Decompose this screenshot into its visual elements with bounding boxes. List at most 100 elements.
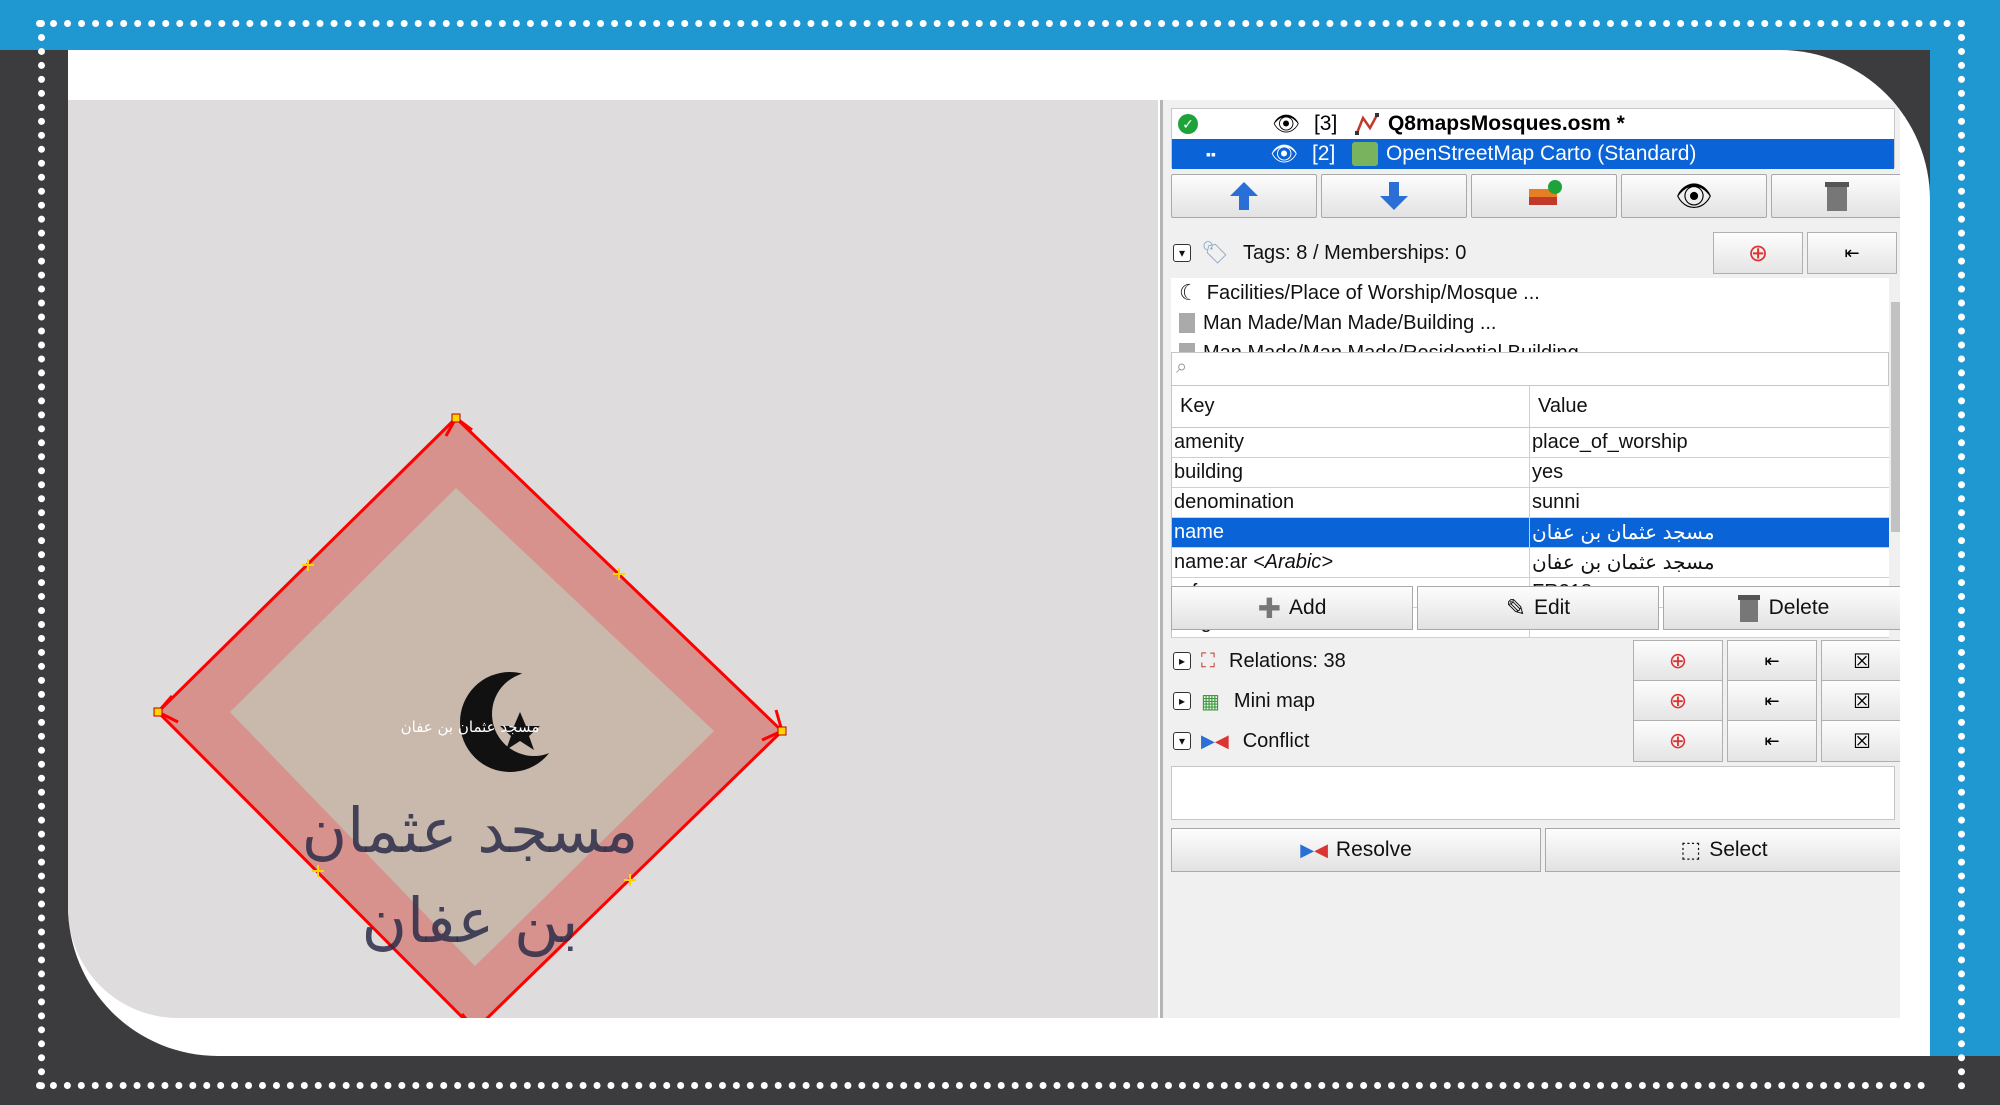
map-canvas[interactable]: مسجد عثمان بن عفان مسجد عثمان بن عفان [68, 100, 1158, 1018]
select-button[interactable]: ⬚ Select [1545, 828, 1900, 872]
tag-key[interactable]: denomination [1172, 488, 1530, 517]
select-cursor-icon: ⬚ [1680, 837, 1702, 862]
help-button[interactable]: ⊕ [1633, 680, 1723, 722]
expand-toggle-icon[interactable]: ▸ [1173, 692, 1191, 710]
tag-row[interactable]: building yes [1172, 458, 1889, 488]
dotted-border-bottom [36, 1082, 1926, 1089]
preset-label[interactable]: Facilities/Place of Worship/Mosque ... [1207, 282, 1540, 305]
edit-tag-button[interactable]: ✎ Edit [1417, 586, 1659, 630]
tag-key[interactable]: name:ar <Arabic> [1172, 548, 1530, 577]
tags-scrollbar[interactable] [1889, 278, 1900, 638]
key-column-header[interactable]: Key [1172, 386, 1530, 427]
way-node[interactable] [451, 413, 461, 423]
minimap-panel-title: Mini map [1233, 689, 1316, 712]
preset-label[interactable]: Man Made/Man Made/Building ... [1203, 312, 1497, 335]
close-panel-button[interactable]: ☒ [1821, 680, 1900, 722]
close-icon: ☒ [1853, 690, 1871, 713]
delete-tag-button[interactable]: Delete [1663, 586, 1900, 630]
lifebuoy-icon: ⊕ [1747, 239, 1769, 267]
relations-icon: ⛶ [1201, 649, 1215, 672]
dotted-border-left [38, 20, 45, 1090]
crescent-icon: ☾ [1179, 280, 1199, 305]
help-button[interactable]: ⊕ [1713, 232, 1803, 274]
layer-row-osm[interactable]: ✓ 👁 [3] Q8mapsMosques.osm * [1172, 109, 1894, 139]
map-label-small: مسجد عثمان بن عفان [401, 718, 540, 736]
active-layer-check-icon[interactable]: ✓ [1178, 114, 1198, 134]
value-column-header[interactable]: Value [1530, 386, 1889, 427]
delete-label: Delete [1768, 596, 1830, 619]
layer-name: Q8mapsMosques.osm * [1387, 112, 1625, 135]
add-tag-button[interactable]: ✚ Add [1171, 586, 1413, 630]
map-view[interactable]: مسجد عثمان بن عفان مسجد عثمان بن عفان [68, 100, 1158, 1018]
search-icon: ⌕ [1176, 356, 1188, 378]
tag-row[interactable]: amenity place_of_worship [1172, 428, 1889, 458]
move-layer-down-button[interactable] [1321, 174, 1467, 218]
relations-panel-title: Relations: 38 [1229, 649, 1346, 672]
undock-button[interactable]: ⇤ [1807, 232, 1897, 274]
layer-list[interactable]: ✓ 👁 [3] Q8mapsMosques.osm * ▪▪ 👁 [2] Ope… [1171, 108, 1895, 169]
tag-value[interactable]: مسجد عثمان بن عفان [1530, 548, 1889, 577]
lifebuoy-icon: ⊕ [1668, 648, 1688, 673]
tag-key[interactable]: amenity [1172, 428, 1530, 457]
merge-layers-icon [1529, 180, 1562, 205]
lifebuoy-icon: ⊕ [1668, 688, 1688, 713]
layer-row-imagery[interactable]: ▪▪ 👁 [2] OpenStreetMap Carto (Standard) [1172, 139, 1894, 169]
way-node[interactable] [777, 726, 787, 736]
edit-label: Edit [1533, 596, 1571, 619]
tag-table-header: Key Value [1172, 386, 1889, 428]
merge-layers-button[interactable] [1471, 174, 1617, 218]
help-button[interactable]: ⊕ [1633, 720, 1723, 762]
tag-search-field[interactable]: ⌕ [1171, 352, 1889, 386]
frame-bottom-band [0, 1056, 2000, 1105]
pin-icon: ⇤ [1764, 690, 1780, 711]
tag-row[interactable]: denomination sunni [1172, 488, 1889, 518]
pin-icon: ⇤ [1764, 650, 1780, 671]
tag-value[interactable]: sunni [1530, 488, 1889, 517]
delete-layer-button[interactable] [1771, 174, 1900, 218]
toggle-visibility-button[interactable]: 👁 [1621, 174, 1767, 218]
tag-value[interactable]: yes [1530, 458, 1889, 487]
eye-icon[interactable]: 👁 [1270, 141, 1298, 167]
plus-icon: ✚ [1257, 592, 1282, 624]
tag-row[interactable]: name:ar <Arabic> مسجد عثمان بن عفان [1172, 548, 1889, 578]
dotted-border-top [36, 20, 1966, 27]
undock-button[interactable]: ⇤ [1727, 720, 1817, 762]
building-icon [1179, 313, 1195, 333]
imagery-layer-icon [1351, 142, 1378, 166]
tag-key[interactable]: name [1172, 518, 1530, 547]
resolve-label: Resolve [1335, 838, 1412, 861]
undock-button[interactable]: ⇤ [1727, 680, 1817, 722]
way-node[interactable] [153, 707, 163, 717]
conflict-list[interactable] [1171, 766, 1895, 820]
tag-key-text: name:ar [1174, 551, 1248, 573]
tag-row-selected[interactable]: name مسجد عثمان بن عفان [1172, 518, 1889, 548]
map-label-line2: بن عفان [362, 884, 579, 957]
tag-key[interactable]: building [1172, 458, 1530, 487]
undock-button[interactable]: ⇤ [1727, 640, 1817, 682]
tag-value[interactable]: place_of_worship [1530, 428, 1889, 457]
close-icon: ☒ [1853, 650, 1871, 673]
scrollbar-thumb[interactable] [1891, 302, 1900, 532]
tag-value[interactable]: مسجد عثمان بن عفان [1530, 518, 1889, 547]
eye-icon[interactable]: 👁 [1272, 111, 1300, 137]
trash-icon [1825, 182, 1849, 211]
dotted-border-right [1958, 20, 1965, 1090]
expand-toggle-icon[interactable]: ▸ [1173, 652, 1191, 670]
conflict-panel-title: Conflict [1242, 729, 1310, 752]
lifebuoy-icon: ⊕ [1668, 728, 1688, 753]
resolve-icon: ▶◀ [1300, 839, 1328, 860]
collapse-toggle-icon[interactable]: ▾ [1173, 732, 1191, 750]
tag-search-input[interactable] [1202, 355, 1882, 383]
trash-icon [1737, 595, 1760, 622]
close-panel-button[interactable]: ☒ [1821, 640, 1900, 682]
preset-item[interactable]: ☾ Facilities/Place of Worship/Mosque ... [1171, 278, 1895, 308]
collapse-toggle-icon[interactable]: ▾ [1173, 244, 1191, 262]
tags-panel-title: Tags: 8 / Memberships: 0 [1242, 241, 1467, 264]
layer-index: [3] [1313, 112, 1338, 135]
pin-icon: ⇤ [1764, 730, 1780, 751]
preset-item[interactable]: Man Made/Man Made/Building ... [1171, 308, 1895, 338]
resolve-button[interactable]: ▶◀ Resolve [1171, 828, 1541, 872]
help-button[interactable]: ⊕ [1633, 640, 1723, 682]
move-layer-up-button[interactable] [1171, 174, 1317, 218]
close-panel-button[interactable]: ☒ [1821, 720, 1900, 762]
